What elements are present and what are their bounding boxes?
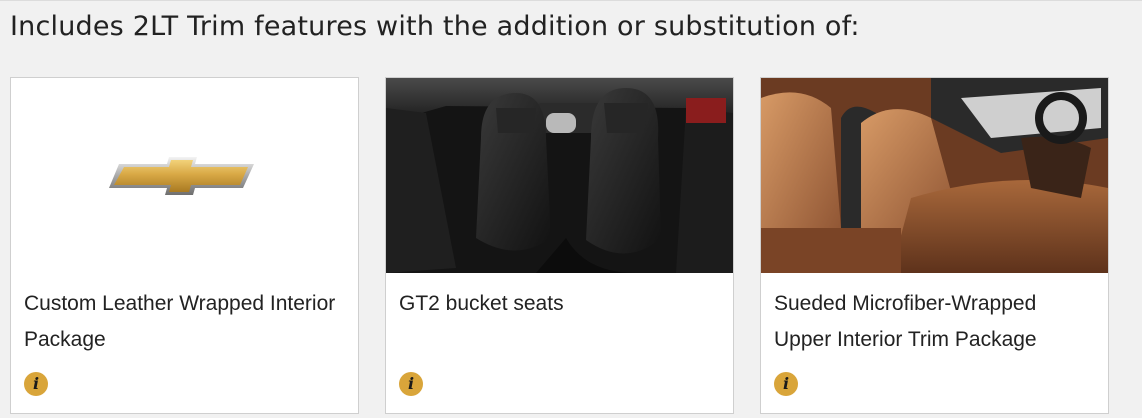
package-card-sueded-microfiber[interactable]: Sueded Microfiber-Wrapped Upper Interior… <box>760 77 1109 414</box>
chevrolet-logo-image <box>11 78 358 273</box>
section-heading: Includes 2LT Trim features with the addi… <box>10 11 860 42</box>
tan-interior-photo <box>761 78 1108 273</box>
gt2-bucket-seats-image <box>386 78 733 273</box>
chevrolet-bowtie-icon <box>109 157 254 195</box>
card-title: Custom Leather Wrapped Interior Package <box>24 292 336 351</box>
tan-interior-image <box>761 78 1108 273</box>
package-card-leather-wrapped[interactable]: Custom Leather Wrapped Interior Package … <box>10 77 359 414</box>
info-icon[interactable]: i <box>399 372 423 396</box>
card-title: GT2 bucket seats <box>399 292 564 315</box>
package-card-gt2-seats[interactable]: GT2 bucket seats i <box>385 77 734 414</box>
info-icon[interactable]: i <box>24 372 48 396</box>
card-title: Sueded Microfiber-Wrapped Upper Interior… <box>774 292 1037 351</box>
bucket-seats-photo <box>386 78 733 273</box>
info-icon[interactable]: i <box>774 372 798 396</box>
